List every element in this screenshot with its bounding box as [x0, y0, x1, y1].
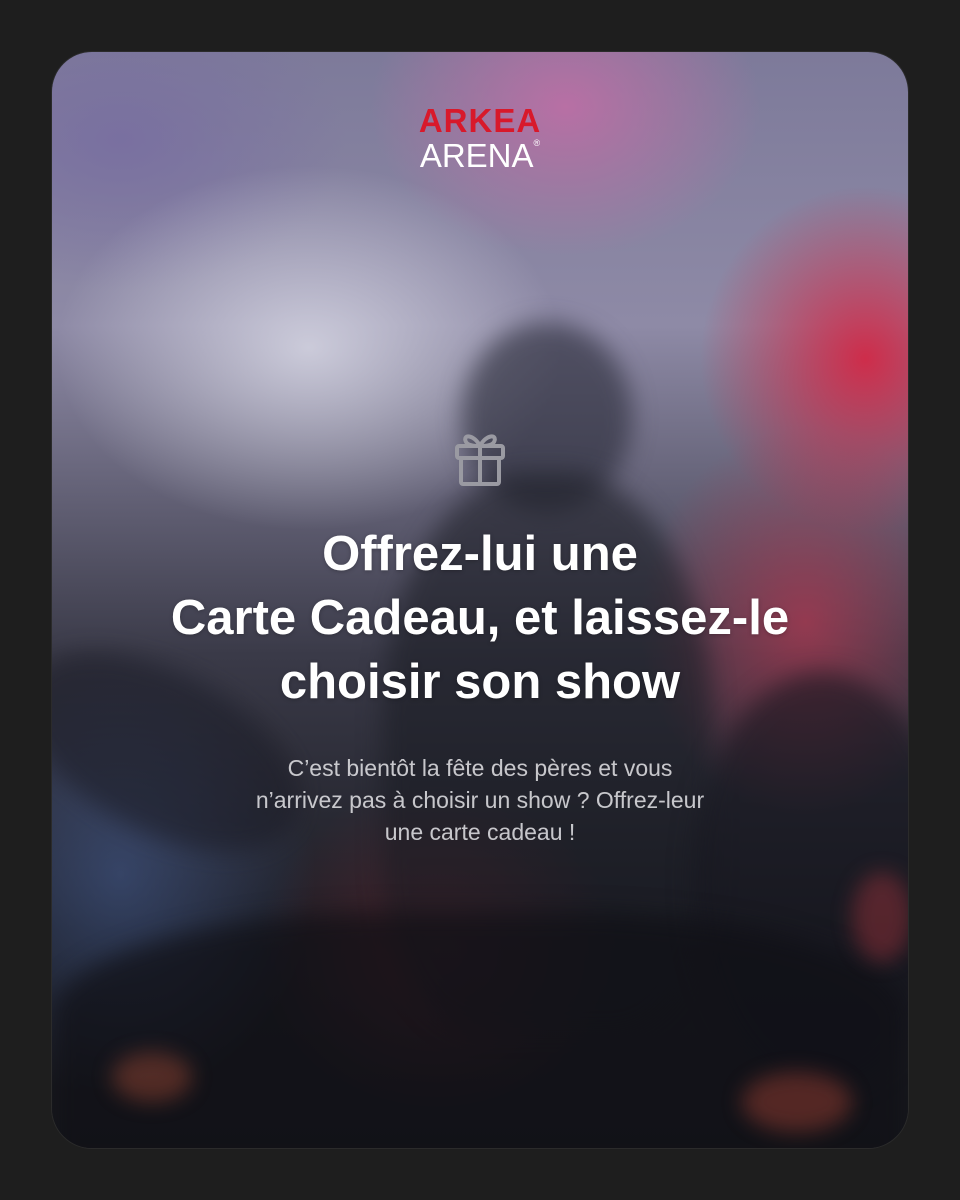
- page: ARKEA ARENA® Offrez-lui une Carte Cadeau…: [0, 0, 960, 1200]
- arkea-arena-logo: ARKEA ARENA®: [52, 104, 908, 172]
- logo-line-bottom: ARENA®: [52, 137, 908, 174]
- description-line-2: n’arrivez pas à choisir un show ? Offrez…: [255, 787, 705, 813]
- stage-light: [852, 872, 908, 962]
- stage-light: [112, 1052, 192, 1102]
- gift-icon: [455, 434, 505, 486]
- headline-line-2: Carte Cadeau, et laissez-le: [170, 591, 790, 645]
- registered-mark: ®: [533, 138, 541, 148]
- logo-line-bottom-text: ARENA: [419, 137, 534, 174]
- headline-line-3: choisir son show: [279, 655, 681, 709]
- description: C’est bientôt la fête des pères et vous …: [152, 752, 808, 848]
- description-line-3: une carte cadeau !: [384, 819, 576, 845]
- promo-card[interactable]: ARKEA ARENA® Offrez-lui une Carte Cadeau…: [52, 52, 908, 1148]
- headline-line-1: Offrez-lui une: [322, 527, 638, 581]
- logo-line-top: ARKEA: [418, 102, 542, 139]
- stage-light: [742, 1072, 852, 1132]
- description-line-1: C’est bientôt la fête des pères et vous: [287, 755, 673, 781]
- headline: Offrez-lui une Carte Cadeau, et laissez-…: [52, 522, 908, 714]
